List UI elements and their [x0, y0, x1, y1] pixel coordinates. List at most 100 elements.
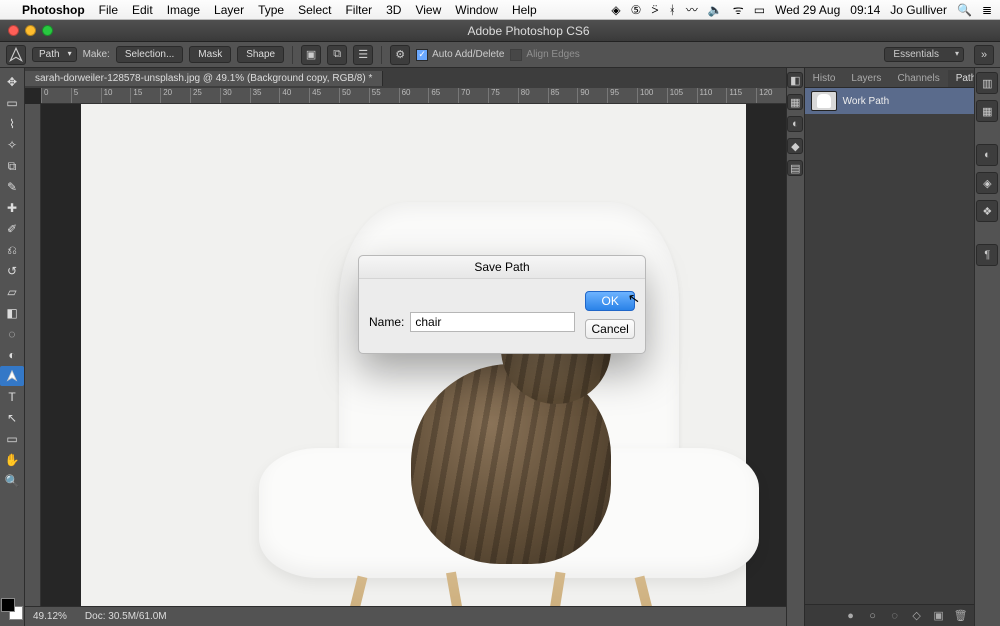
- menubar-app-name[interactable]: Photoshop: [22, 3, 85, 17]
- swatches-panel-icon[interactable]: ▦: [787, 94, 803, 110]
- swatches-icon[interactable]: ▦: [976, 100, 998, 122]
- new-path-icon[interactable]: ▣: [932, 609, 946, 623]
- status-wifi2-icon[interactable]: ᯤ: [733, 1, 744, 18]
- eraser-tool[interactable]: ▱: [0, 282, 24, 302]
- menu-help[interactable]: Help: [512, 3, 537, 17]
- status-battery-icon[interactable]: ▭: [754, 3, 765, 17]
- menu-filter[interactable]: Filter: [345, 3, 372, 17]
- spotlight-icon[interactable]: 🔍: [957, 3, 972, 17]
- horizontal-ruler: 0510152025303540455055606570758085909510…: [41, 88, 786, 104]
- marquee-tool[interactable]: ▭: [0, 93, 24, 113]
- lasso-tool[interactable]: ⌇: [0, 114, 24, 134]
- ruler-tick: 0: [41, 88, 71, 103]
- make-mask-button[interactable]: Mask: [189, 46, 231, 63]
- expand-panels-icon[interactable]: »: [974, 45, 994, 65]
- blur-tool[interactable]: ◌: [0, 324, 24, 344]
- menu-type[interactable]: Type: [258, 3, 284, 17]
- path-select-tool[interactable]: ↖: [0, 408, 24, 428]
- panel-tab-layers[interactable]: Layers: [843, 70, 889, 87]
- path-arrange-icon[interactable]: ☰: [353, 45, 373, 65]
- auto-add-delete-check[interactable]: ✓: [416, 49, 428, 61]
- menu-image[interactable]: Image: [167, 3, 200, 17]
- histogram-icon[interactable]: ▥: [976, 72, 998, 94]
- path-ops-combine-icon[interactable]: ▣: [301, 45, 321, 65]
- clone-tool[interactable]: ⎌: [0, 240, 24, 260]
- adjustments-icon[interactable]: ◐: [976, 144, 998, 166]
- menu-file[interactable]: File: [99, 3, 118, 17]
- document-canvas[interactable]: [81, 104, 746, 606]
- move-tool[interactable]: ✥: [0, 72, 24, 92]
- status-shield-icon[interactable]: ⑤: [631, 3, 642, 17]
- gradient-tool[interactable]: ◧: [0, 303, 24, 323]
- status-volume-icon[interactable]: 🔈: [708, 3, 723, 17]
- foreground-color-swatch[interactable]: [1, 598, 15, 612]
- zoom-window-button[interactable]: [42, 25, 53, 36]
- status-wifi-icon[interactable]: 〰: [686, 1, 698, 18]
- styles-panel-icon[interactable]: ◆: [787, 138, 803, 154]
- character-icon[interactable]: ¶: [976, 244, 998, 266]
- stroke-path-icon[interactable]: ○: [866, 609, 880, 623]
- healing-tool[interactable]: ✚: [0, 198, 24, 218]
- hand-tool[interactable]: ✋: [0, 450, 24, 470]
- zoom-tool[interactable]: 🔍: [0, 471, 24, 491]
- menu-select[interactable]: Select: [298, 3, 331, 17]
- ruler-tick: 45: [309, 88, 339, 103]
- path-to-selection-icon[interactable]: ◌: [888, 609, 902, 623]
- menu-view[interactable]: View: [415, 3, 441, 17]
- menu-window[interactable]: Window: [455, 3, 498, 17]
- color-panel-icon[interactable]: ◧: [787, 72, 803, 88]
- document-tab-bar: sarah-dorweiler-128578-unsplash.jpg @ 49…: [25, 68, 786, 88]
- workspace-switcher[interactable]: Essentials: [884, 47, 964, 62]
- path-item-row[interactable]: Work Path: [805, 88, 974, 114]
- zoom-level[interactable]: 49.12%: [33, 611, 67, 622]
- path-align-icon[interactable]: ⧉: [327, 45, 347, 65]
- layers-mini-icon[interactable]: ▤: [787, 160, 803, 176]
- doc-size[interactable]: Doc: 30.5M/61.0M: [85, 611, 167, 622]
- pen-tool-preset-icon[interactable]: [6, 45, 26, 65]
- app-title: Adobe Photoshop CS6: [65, 24, 992, 38]
- tool-mode-select[interactable]: Path: [32, 47, 77, 62]
- menu-edit[interactable]: Edit: [132, 3, 153, 17]
- fill-path-icon[interactable]: ●: [844, 609, 858, 623]
- pen-tool[interactable]: [0, 366, 24, 386]
- adjustments-panel-icon[interactable]: ◐: [787, 116, 803, 132]
- dodge-tool[interactable]: ◐: [0, 345, 24, 365]
- menubar-time[interactable]: 09:14: [850, 3, 880, 17]
- status-tray-icon[interactable]: ◈: [611, 3, 620, 17]
- eyedropper-tool[interactable]: ✎: [0, 177, 24, 197]
- panel-tab-channels[interactable]: Channels: [889, 70, 947, 87]
- delete-path-icon[interactable]: 🗑: [954, 609, 968, 623]
- ruler-tick: 95: [607, 88, 637, 103]
- make-work-path-icon[interactable]: ◇: [910, 609, 924, 623]
- quick-select-tool[interactable]: ✧: [0, 135, 24, 155]
- path-item-label: Work Path: [843, 96, 890, 107]
- shape-tool[interactable]: ▭: [0, 429, 24, 449]
- ruler-tick: 5: [71, 88, 101, 103]
- menubar-user[interactable]: Jo Gulliver: [890, 3, 947, 17]
- make-shape-button[interactable]: Shape: [237, 46, 284, 63]
- menubar-date[interactable]: Wed 29 Aug: [775, 3, 840, 17]
- gear-icon[interactable]: ⚙: [390, 45, 410, 65]
- panel-tab-history[interactable]: Histo: [805, 70, 844, 87]
- make-selection-button[interactable]: Selection...: [116, 46, 183, 63]
- history-brush-tool[interactable]: ↺: [0, 261, 24, 281]
- close-window-button[interactable]: [8, 25, 19, 36]
- brush-tool[interactable]: ✐: [0, 219, 24, 239]
- align-edges-check[interactable]: [510, 49, 522, 61]
- document-tab[interactable]: sarah-dorweiler-128578-unsplash.jpg @ 49…: [25, 71, 383, 86]
- ruler-tick: 35: [250, 88, 280, 103]
- color-swatches[interactable]: [1, 598, 23, 620]
- menu-3d[interactable]: 3D: [386, 3, 401, 17]
- crop-tool[interactable]: ⧉: [0, 156, 24, 176]
- minimize-window-button[interactable]: [25, 25, 36, 36]
- auto-add-delete-label: Auto Add/Delete: [432, 49, 504, 60]
- collapsed-panel-dock-right: ▥ ▦ ◐ ◈ ❖ ¶: [974, 68, 1000, 626]
- menu-layer[interactable]: Layer: [214, 3, 244, 17]
- notification-center-icon[interactable]: ≣: [982, 3, 992, 17]
- styles-icon[interactable]: ◈: [976, 172, 998, 194]
- status-person-icon[interactable]: ⍩: [651, 2, 658, 17]
- layers-icon[interactable]: ❖: [976, 200, 998, 222]
- ruler-tick: 120: [756, 88, 786, 103]
- type-tool[interactable]: T: [0, 387, 24, 407]
- status-bluetooth-icon[interactable]: ᚼ: [669, 3, 676, 17]
